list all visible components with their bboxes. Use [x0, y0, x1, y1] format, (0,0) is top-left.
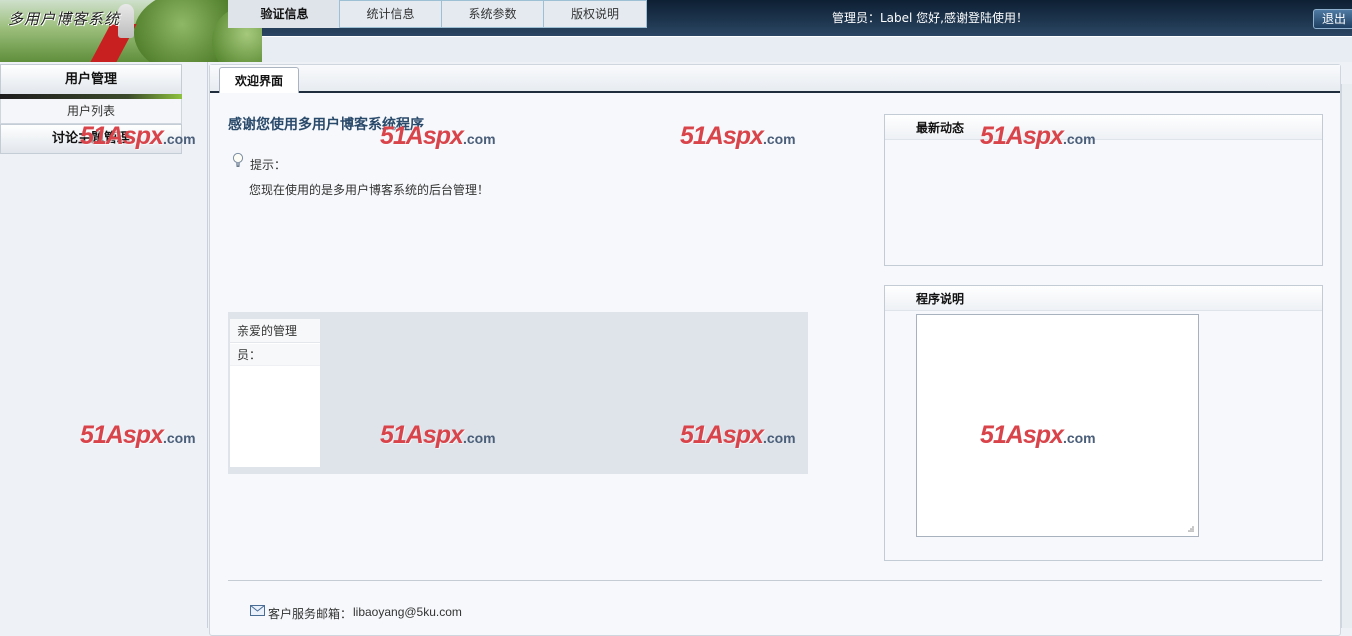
- admin-greeting: 管理员：Label 您好,感谢登陆使用！: [831, 11, 1028, 25]
- main-panel-tabstrip: [210, 65, 1340, 93]
- tip-text: 您现在使用的是多用户博客系统的后台管理！: [249, 183, 490, 197]
- news-box-title: 最新动态: [885, 115, 1322, 140]
- sidebar: 用户管理 用户列表 讨论主题管理: [0, 62, 208, 628]
- tab-copyright-notice[interactable]: 版权说明: [543, 0, 647, 28]
- message-line: 员：: [230, 344, 320, 366]
- tab-content-message: 亲爱的管理 员：: [230, 319, 320, 467]
- logo-banner: 多用户博客系统: [0, 0, 262, 62]
- news-box: 最新动态: [884, 114, 1323, 266]
- sidebar-item-user-list[interactable]: 用户列表: [0, 99, 182, 124]
- footer-mail-label: 客户服务邮箱：: [268, 607, 353, 621]
- tab-statistics-info[interactable]: 统计信息: [339, 0, 442, 28]
- sidebar-group-user-management[interactable]: 用户管理: [0, 64, 182, 96]
- figure-graphic: [118, 4, 134, 38]
- lightbulb-icon: [232, 152, 244, 167]
- welcome-title: 感谢您使用多用户博客系统程序: [228, 117, 424, 133]
- message-line: 亲爱的管理: [230, 319, 320, 343]
- footer-divider: [228, 580, 1322, 581]
- program-notes-textarea[interactable]: [916, 314, 1199, 537]
- tip-label: 提示：: [250, 158, 287, 172]
- tab-verification-info[interactable]: 验证信息: [228, 0, 341, 28]
- footer-mail-address[interactable]: libaoyang@5ku.com: [353, 605, 462, 619]
- vertical-scrollbar[interactable]: [1341, 84, 1352, 628]
- program-notes-title: 程序说明: [885, 286, 1322, 311]
- resize-grip-icon[interactable]: [1187, 525, 1194, 532]
- tab-system-parameters[interactable]: 系统参数: [441, 0, 544, 28]
- envelope-icon: [250, 605, 265, 616]
- logo-title: 多用户博客系统: [8, 10, 121, 28]
- tab-welcome[interactable]: 欢迎界面: [219, 67, 299, 93]
- logout-button[interactable]: 退出: [1313, 9, 1352, 29]
- sidebar-group-topic-management[interactable]: 讨论主题管理: [0, 124, 182, 154]
